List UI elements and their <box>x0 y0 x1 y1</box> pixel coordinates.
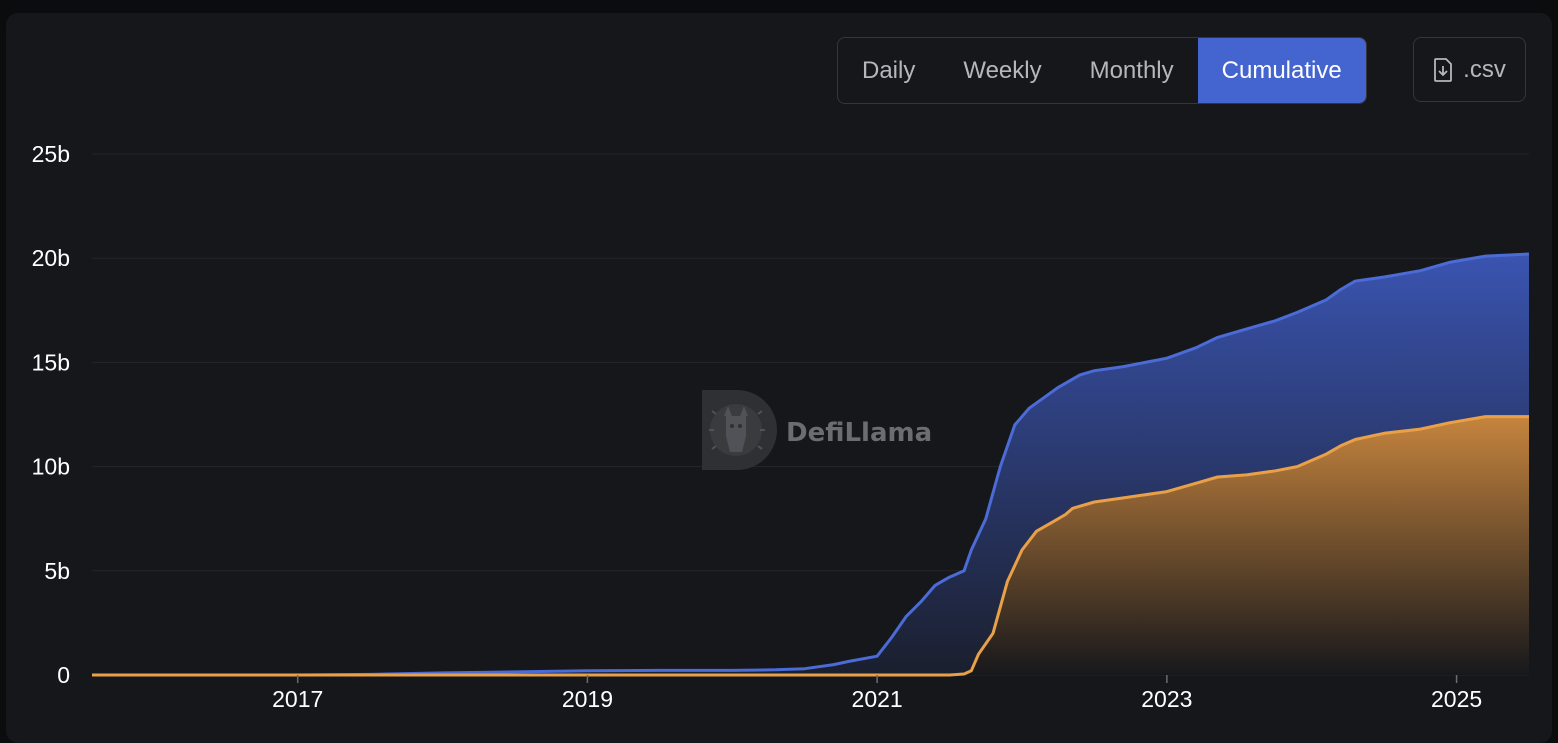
y-tick-label: 15b <box>32 349 70 375</box>
file-download-icon <box>1434 57 1453 82</box>
x-tick-label: 2025 <box>1431 686 1482 712</box>
tab-monthly[interactable]: Monthly <box>1066 38 1198 103</box>
y-tick-label: 5b <box>44 558 70 584</box>
watermark-text: DefiLlama <box>786 418 932 448</box>
tab-weekly[interactable]: Weekly <box>939 38 1065 103</box>
defillama-watermark: DefiLlama <box>702 390 932 470</box>
llama-logo-icon <box>702 390 777 470</box>
y-tick-label: 10b <box>32 454 70 480</box>
tab-cumulative[interactable]: Cumulative <box>1197 38 1366 103</box>
csv-label: .csv <box>1463 55 1506 83</box>
x-tick-label: 2021 <box>852 686 903 712</box>
y-tick-label: 0 <box>57 662 70 688</box>
x-tick-label: 2019 <box>562 686 613 712</box>
granularity-toggle: Daily Weekly Monthly Cumulative <box>837 37 1367 104</box>
x-tick-label: 2023 <box>1141 686 1192 712</box>
y-tick-label: 25b <box>32 141 70 167</box>
download-csv-button[interactable]: .csv <box>1413 37 1526 102</box>
cumulative-area-chart: DefiLlama 0 5b 10b 15b 20b 25b 2017 2019 2021 202… <box>32 141 1530 712</box>
tab-daily[interactable]: Daily <box>838 38 939 103</box>
x-tick-label: 2017 <box>272 686 323 712</box>
series-areas <box>92 254 1529 675</box>
y-tick-label: 20b <box>32 245 70 271</box>
